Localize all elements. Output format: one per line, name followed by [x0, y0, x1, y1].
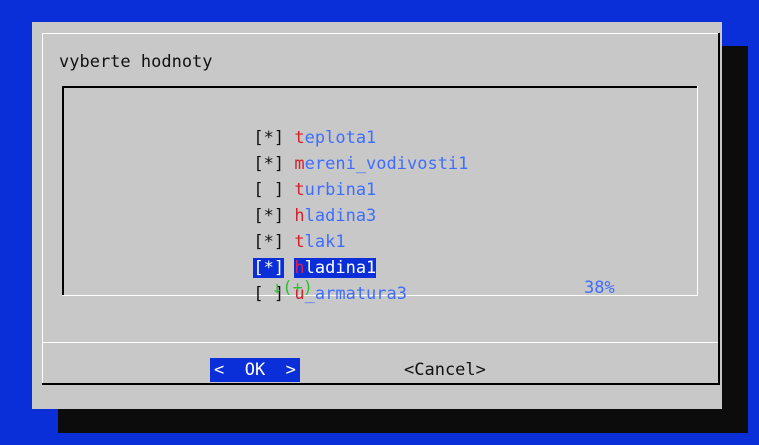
- list-frame-left: [62, 86, 64, 296]
- list-item[interactable]: [*] tlak1: [192, 203, 345, 252]
- list-item[interactable]: [*] teplota1: [192, 99, 376, 148]
- frame-left: [42, 33, 43, 383]
- list-frame-right: [697, 86, 698, 296]
- frame-bottom: [42, 383, 720, 385]
- list-item-selected[interactable]: [*] hladina1: [192, 229, 377, 278]
- list-item[interactable]: [*] hladina3: [192, 177, 376, 226]
- button-separator: [42, 342, 718, 343]
- frame-top: [42, 33, 718, 34]
- list-item[interactable]: [*] mereni_vodivosti1: [192, 125, 468, 174]
- scroll-percent: 38%: [584, 278, 615, 298]
- cancel-button[interactable]: <Cancel>: [404, 358, 486, 382]
- list-item[interactable]: [ ] turbina1: [192, 151, 376, 200]
- list-frame-top: [62, 86, 698, 88]
- ok-button[interactable]: < OK >: [210, 358, 300, 382]
- checklist-dialog: vyberte hodnoty [*] teplota1 [*] mereni_…: [32, 22, 722, 409]
- frame-right: [718, 33, 720, 383]
- item-label: _armatura3: [304, 284, 407, 304]
- more-items-indicator: ↓(+): [272, 278, 313, 298]
- dialog-title: vyberte hodnoty: [59, 52, 213, 72]
